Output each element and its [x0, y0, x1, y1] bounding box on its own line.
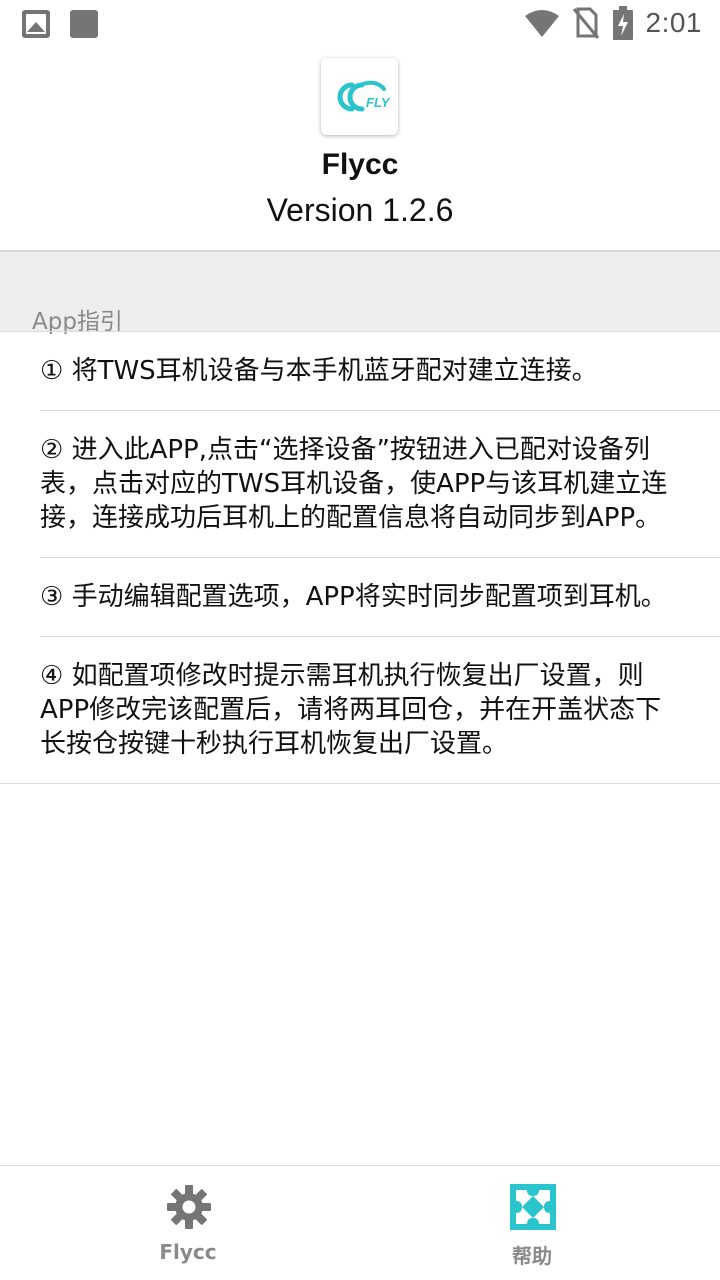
- guide-item-1: ① 将TWS耳机设备与本手机蓝牙配对建立连接。: [40, 356, 598, 386]
- svg-text:FLY: FLY: [366, 95, 390, 110]
- app-header: FLY Flycc Version 1.2.6: [0, 48, 720, 250]
- app-name: Flycc: [321, 148, 399, 181]
- status-bar: 2:01: [0, 0, 720, 48]
- battery-charging-icon: [612, 6, 633, 40]
- guide-list-end-divider: [0, 783, 720, 784]
- tab-help[interactable]: 帮助: [352, 1166, 712, 1280]
- status-bar-left: [22, 10, 98, 38]
- square-icon: [70, 10, 98, 38]
- wifi-icon: [524, 10, 559, 37]
- tab-flycc[interactable]: Flycc: [8, 1166, 368, 1280]
- tab-help-label: 帮助: [512, 1244, 552, 1268]
- flycc-logo-icon: FLY: [321, 58, 398, 135]
- status-time: 2:01: [645, 7, 702, 38]
- bottom-nav: Flycc 帮助: [0, 1165, 720, 1280]
- guide-item-2: ② 进入此APP,点击“选择设备”按钮进入已配对设备列表，点击对应的TWS耳机设…: [40, 435, 668, 533]
- help-puzzle-icon: [510, 1184, 556, 1230]
- status-bar-right: 2:01: [524, 6, 703, 40]
- image-icon: [22, 10, 50, 38]
- guide-item-4: ④ 如配置项修改时提示需耳机执行恢复出厂设置，则APP修改完该配置后，请将两耳回…: [40, 661, 662, 759]
- app-version: Version 1.2.6: [266, 192, 454, 228]
- guide-list: ① 将TWS耳机设备与本手机蓝牙配对建立连接。 ② 进入此APP,点击“选择设备…: [0, 332, 720, 784]
- guide-item-3: ③ 手动编辑配置选项，APP将实时同步配置项到耳机。: [40, 582, 667, 612]
- section-header: App指引: [0, 252, 720, 335]
- no-sim-icon: [572, 7, 599, 39]
- tab-flycc-label: Flycc: [159, 1240, 217, 1264]
- gear-icon: [167, 1185, 211, 1229]
